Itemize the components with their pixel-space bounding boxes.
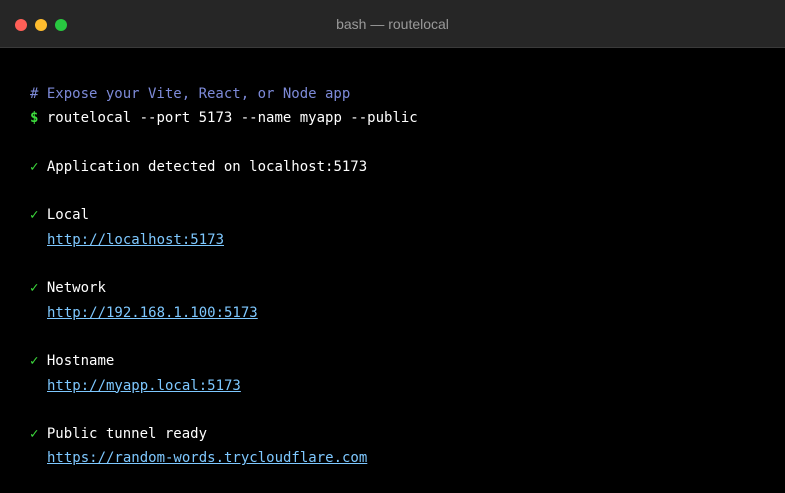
check-icon: ✓ [30, 207, 39, 224]
detected-text: Application detected on localhost:5173 [46, 158, 368, 175]
network-label: Network [46, 280, 106, 297]
hostname-label-line: ✓ Hostname [30, 349, 775, 373]
local-label: Local [46, 207, 90, 224]
network-url-line: http://192.168.1.100:5173 [30, 301, 775, 325]
tunnel-url-line: https://random-words.trycloudflare.com [30, 446, 775, 470]
check-icon: ✓ [30, 280, 39, 297]
check-icon: ✓ [30, 353, 39, 370]
comment-line: # Expose your Vite, React, or Node app [30, 86, 351, 102]
local-label-line: ✓ Local [30, 203, 775, 227]
network-url-link[interactable]: http://192.168.1.100:5173 [30, 305, 258, 321]
hostname-url-line: http://myapp.local:5173 [30, 374, 775, 398]
network-label-line: ✓ Network [30, 276, 775, 300]
local-url-line: http://localhost:5173 [30, 228, 775, 252]
detected-line: ✓ Application detected on localhost:5173 [30, 155, 775, 179]
check-icon: ✓ [30, 158, 39, 175]
window-title: bash — routelocal [336, 16, 449, 32]
hostname-url-link[interactable]: http://myapp.local:5173 [30, 378, 241, 394]
terminal-window: bash — routelocal # Expose your Vite, Re… [0, 0, 785, 493]
command-line: $ routelocal --port 5173 --name myapp --… [30, 106, 775, 130]
tunnel-label-line: ✓ Public tunnel ready [30, 422, 775, 446]
tunnel-url-link[interactable]: https://random-words.trycloudflare.com [30, 450, 367, 466]
hostname-label: Hostname [46, 353, 115, 370]
title-bar: bash — routelocal [0, 0, 785, 48]
tunnel-label: Public tunnel ready [46, 426, 208, 443]
terminal-output[interactable]: # Expose your Vite, React, or Node app $… [30, 82, 775, 471]
local-url-link[interactable]: http://localhost:5173 [30, 232, 224, 248]
prompt-symbol: $ [30, 110, 39, 127]
check-icon: ✓ [30, 426, 39, 443]
command-text: routelocal --port 5173 --name myapp --pu… [46, 110, 418, 127]
